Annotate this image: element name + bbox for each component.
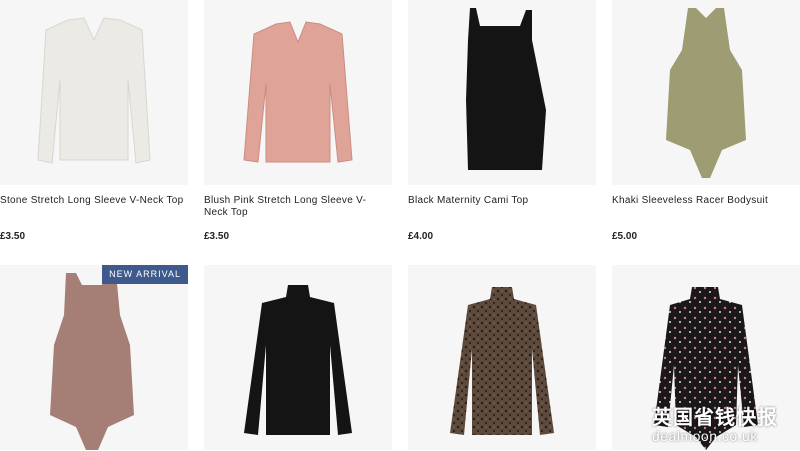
leopard-turtleneck-image [450, 287, 554, 435]
black-maternity-cami-image [466, 8, 546, 170]
watermark-site: dealmoon.co.uk [652, 428, 758, 444]
product-image[interactable] [408, 265, 596, 450]
product-price: £5.00 [612, 231, 638, 242]
stone-vneck-top-image [37, 17, 151, 164]
product-grid: Stone Stretch Long Sleeve V-Neck Top £3.… [0, 0, 800, 451]
product-image[interactable] [204, 265, 392, 450]
product-price: £4.00 [408, 231, 434, 242]
mauve-racer-bodysuit-image [50, 273, 134, 450]
watermark-chinese: 英国省钱快报 [652, 405, 778, 429]
product-image[interactable] [408, 0, 596, 185]
new-arrival-badge: NEW ARRIVAL [102, 265, 188, 284]
black-turtleneck-image [244, 285, 352, 435]
product-name[interactable]: Black Maternity Cami Top [408, 195, 594, 207]
product-image[interactable]: NEW ARRIVAL [0, 265, 188, 450]
product-name[interactable]: Blush Pink Stretch Long Sleeve V-Neck To… [204, 195, 390, 219]
blush-pink-vneck-top-image [243, 21, 353, 163]
product-image[interactable] [612, 0, 800, 185]
product-price: £3.50 [204, 231, 230, 242]
product-image[interactable] [0, 0, 188, 185]
product-name[interactable]: Stone Stretch Long Sleeve V-Neck Top [0, 195, 186, 207]
product-name[interactable]: Khaki Sleeveless Racer Bodysuit [612, 195, 798, 207]
khaki-racer-bodysuit-image [666, 8, 746, 178]
product-image[interactable] [204, 0, 392, 185]
product-price: £3.50 [0, 231, 26, 242]
